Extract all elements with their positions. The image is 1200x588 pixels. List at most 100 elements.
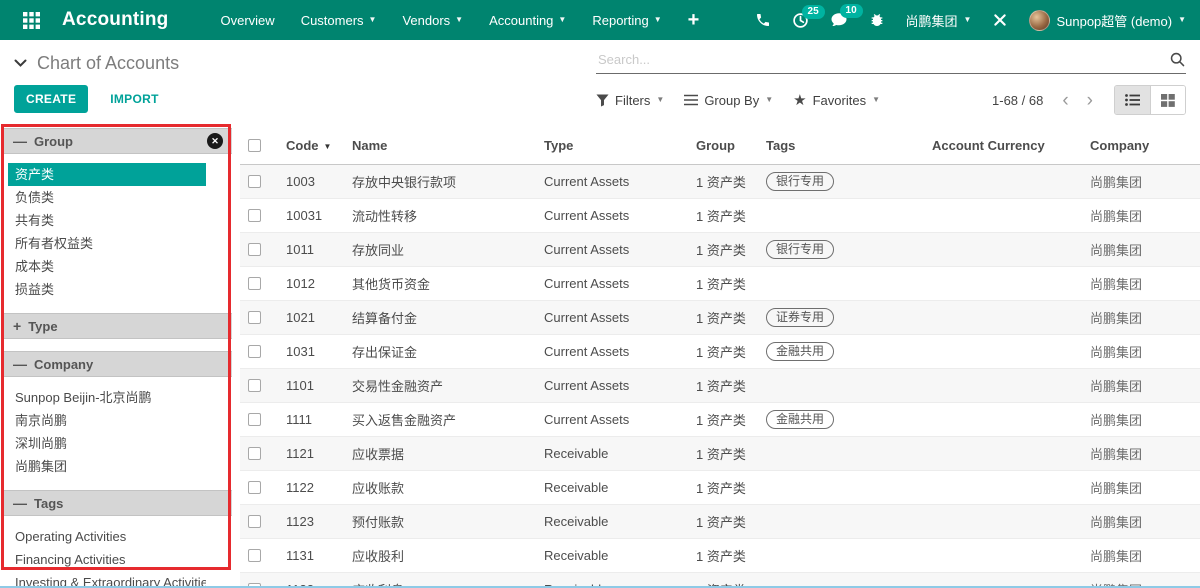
row-checkbox[interactable] <box>248 515 261 528</box>
filter-item[interactable]: 深圳尚鹏 <box>8 432 206 455</box>
row-checkbox[interactable] <box>248 345 261 358</box>
favorites-dropdown[interactable]: ★ Favorites ▼ <box>793 93 880 108</box>
menu-item-overview[interactable]: Overview <box>221 13 275 28</box>
messages-badge: 10 <box>840 4 863 18</box>
apps-grid-icon[interactable] <box>14 0 48 40</box>
filter-item[interactable]: 共有类 <box>8 209 206 232</box>
column-header-name[interactable]: Name <box>344 126 536 165</box>
account-row[interactable]: 1123预付账款Receivable1 资产类尚鹏集团 <box>240 505 1200 539</box>
account-row[interactable]: 1003存放中央银行款项Current Assets1 资产类银行专用尚鹏集团 <box>240 165 1200 199</box>
row-checkbox[interactable] <box>248 481 261 494</box>
cell-name: 买入返售金融资产 <box>344 403 536 437</box>
filter-item[interactable]: 南京尚鹏 <box>8 409 206 432</box>
filter-item[interactable]: 负债类 <box>8 186 206 209</box>
row-checkbox[interactable] <box>248 209 261 222</box>
plus-icon[interactable]: + <box>688 10 700 30</box>
cell-type: Current Assets <box>536 267 688 301</box>
account-row[interactable]: 1101交易性金融资产Current Assets1 资产类尚鹏集团 <box>240 369 1200 403</box>
company-switcher[interactable]: 尚鹏集团 ▼ <box>906 11 972 30</box>
row-checkbox[interactable] <box>248 175 261 188</box>
debug-bug-icon[interactable] <box>869 12 885 28</box>
row-checkbox[interactable] <box>248 243 261 256</box>
account-row[interactable]: 1121应收票据Receivable1 资产类尚鹏集团 <box>240 437 1200 471</box>
phone-icon[interactable] <box>755 12 771 28</box>
cell-code: 1003 <box>278 165 344 199</box>
column-header-group[interactable]: Group <box>688 126 758 165</box>
cell-currency <box>924 199 1082 233</box>
account-row[interactable]: 1012其他货币资金Current Assets1 资产类尚鹏集团 <box>240 267 1200 301</box>
cell-name: 其他货币资金 <box>344 267 536 301</box>
filter-item[interactable]: Sunpop Beijin-北京尚鹏 <box>8 386 206 409</box>
search-input[interactable] <box>596 51 1169 68</box>
breadcrumb-chevron-down-icon[interactable] <box>14 59 27 68</box>
pager-previous-icon[interactable]: ‹ <box>1055 91 1075 110</box>
menu-item-label: Accounting <box>489 13 553 28</box>
account-row[interactable]: 1031存出保证金Current Assets1 资产类金融共用尚鹏集团 <box>240 335 1200 369</box>
menu-item-label: Vendors <box>402 13 450 28</box>
chevron-down-icon: ▼ <box>656 96 664 104</box>
filters-dropdown[interactable]: Filters ▼ <box>596 93 664 108</box>
cell-tags: 银行专用 <box>758 165 924 199</box>
select-all-checkbox[interactable] <box>248 139 261 152</box>
row-checkbox[interactable] <box>248 413 261 426</box>
remove-filter-icon[interactable]: ✕ <box>207 133 223 149</box>
cell-code: 10031 <box>278 199 344 233</box>
account-row[interactable]: 10031流动性转移Current Assets1 资产类尚鹏集团 <box>240 199 1200 233</box>
company-switcher-label: 尚鹏集团 <box>906 11 958 30</box>
row-checkbox[interactable] <box>248 311 261 324</box>
chevron-down-icon: ▼ <box>964 16 972 24</box>
filter-item[interactable]: Operating Activities <box>8 525 206 548</box>
filter-item[interactable]: 成本类 <box>8 255 206 278</box>
account-row[interactable]: 1011存放同业Current Assets1 资产类银行专用尚鹏集团 <box>240 233 1200 267</box>
group-by-dropdown[interactable]: Group By ▼ <box>684 93 773 108</box>
pager-next-icon[interactable]: › <box>1080 91 1100 110</box>
kanban-view-icon <box>1161 94 1175 107</box>
column-header-type[interactable]: Type <box>536 126 688 165</box>
row-checkbox[interactable] <box>248 277 261 290</box>
menu-item-reporting[interactable]: Reporting▼ <box>592 13 661 28</box>
filter-item[interactable]: 资产类 <box>8 163 206 186</box>
column-header-tags[interactable]: Tags <box>758 126 924 165</box>
messages-chat-icon[interactable]: 10 <box>830 11 848 29</box>
filter-section-header-group[interactable]: —Group✕ <box>4 128 232 154</box>
cell-code: 1021 <box>278 301 344 335</box>
import-button[interactable]: IMPORT <box>104 91 164 107</box>
group-by-icon <box>684 94 698 106</box>
cell-type: Current Assets <box>536 301 688 335</box>
menu-item-customers[interactable]: Customers▼ <box>301 13 377 28</box>
row-checkbox[interactable] <box>248 379 261 392</box>
column-header-company[interactable]: Company <box>1082 126 1200 165</box>
search-icon[interactable] <box>1169 51 1186 68</box>
user-menu[interactable]: Sunpop超管 (demo) ▼ <box>1029 10 1186 31</box>
create-button[interactable]: CREATE <box>14 85 88 113</box>
cell-name: 应收票据 <box>344 437 536 471</box>
row-checkbox[interactable] <box>248 447 261 460</box>
account-row[interactable]: 1111买入返售金融资产Current Assets1 资产类金融共用尚鹏集团 <box>240 403 1200 437</box>
kanban-view-button[interactable] <box>1150 86 1185 114</box>
activities-clock-icon[interactable]: 25 <box>792 12 809 29</box>
filter-item[interactable]: 所有者权益类 <box>8 232 206 255</box>
tag-pill: 金融共用 <box>766 342 834 361</box>
account-row[interactable]: 1131应收股利Receivable1 资产类尚鹏集团 <box>240 539 1200 573</box>
menu-item-accounting[interactable]: Accounting▼ <box>489 13 566 28</box>
filter-section-header-type[interactable]: +Type <box>4 313 232 339</box>
account-row[interactable]: 1122应收账款Receivable1 资产类尚鹏集团 <box>240 471 1200 505</box>
tag-pill: 证券专用 <box>766 308 834 327</box>
cell-name: 结算备付金 <box>344 301 536 335</box>
filter-item[interactable]: 尚鹏集团 <box>8 455 206 478</box>
tools-icon[interactable] <box>992 12 1008 28</box>
column-header-code[interactable]: Code▼ <box>278 126 344 165</box>
account-row[interactable]: 1021结算备付金Current Assets1 资产类证券专用尚鹏集团 <box>240 301 1200 335</box>
column-header-currency[interactable]: Account Currency <box>924 126 1082 165</box>
filter-section-header-tags[interactable]: —Tags <box>4 490 232 516</box>
filter-item[interactable]: 损益类 <box>8 278 206 301</box>
pager: 1-68 / 68 ‹ › <box>992 91 1100 110</box>
favorites-label: Favorites <box>813 93 866 108</box>
menu-item-vendors[interactable]: Vendors▼ <box>402 13 463 28</box>
list-view-button[interactable] <box>1115 86 1150 114</box>
filter-item[interactable]: Financing Activities <box>8 548 206 571</box>
cell-company: 尚鹏集团 <box>1082 301 1200 335</box>
row-checkbox[interactable] <box>248 549 261 562</box>
filter-section-header-company[interactable]: —Company <box>4 351 232 377</box>
app-title[interactable]: Accounting <box>62 9 169 31</box>
